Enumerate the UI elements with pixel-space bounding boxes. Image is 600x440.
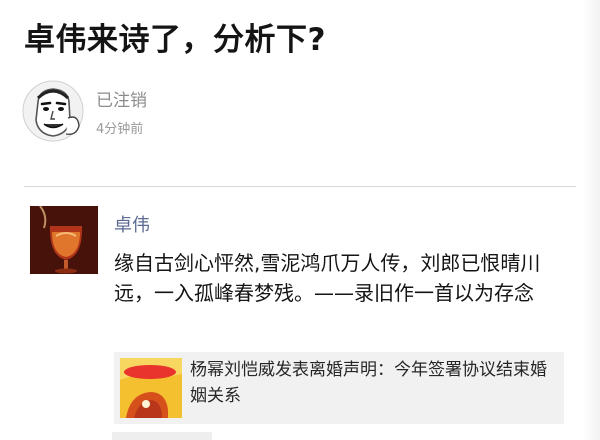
moments-post: 卓伟 缘自古剑心怦然,雪泥鸿爪万人传，刘郎已恨晴川远，一入孤峰春梦残。——录旧作… [30, 206, 580, 440]
author-name[interactable]: 已注销 [96, 86, 147, 111]
wine-glass-avatar[interactable] [30, 206, 98, 274]
article-thumbnail [120, 358, 182, 418]
post-title: 卓伟来诗了，分析下? [24, 22, 326, 58]
author-row: 已注销 4分钟前 [22, 78, 582, 146]
moment-text: 缘自古剑心怦然,雪泥鸿爪万人传，刘郎已恨晴川远，一入孤峰春梦残。——录旧作一首以… [114, 251, 541, 305]
section-divider [24, 186, 576, 187]
edge-shadow [582, 0, 600, 440]
post-time: 4分钟前 [96, 122, 144, 137]
shared-article-card[interactable]: 杨幂刘恺威发表离婚声明：今年签署协议结束婚姻关系 [114, 352, 564, 424]
next-item-fragment [112, 432, 212, 440]
screenshot-page: 卓伟来诗了，分析下? 已注销 4分钟前 卓伟 缘自古剑心怦然,雪泥鸿爪万人传，刘… [0, 0, 600, 440]
meme-face-avatar[interactable] [22, 80, 84, 142]
moment-author-name[interactable]: 卓伟 [114, 211, 150, 237]
article-title: 杨幂刘恺威发表离婚声明：今年签署协议结束婚姻关系 [190, 360, 547, 406]
